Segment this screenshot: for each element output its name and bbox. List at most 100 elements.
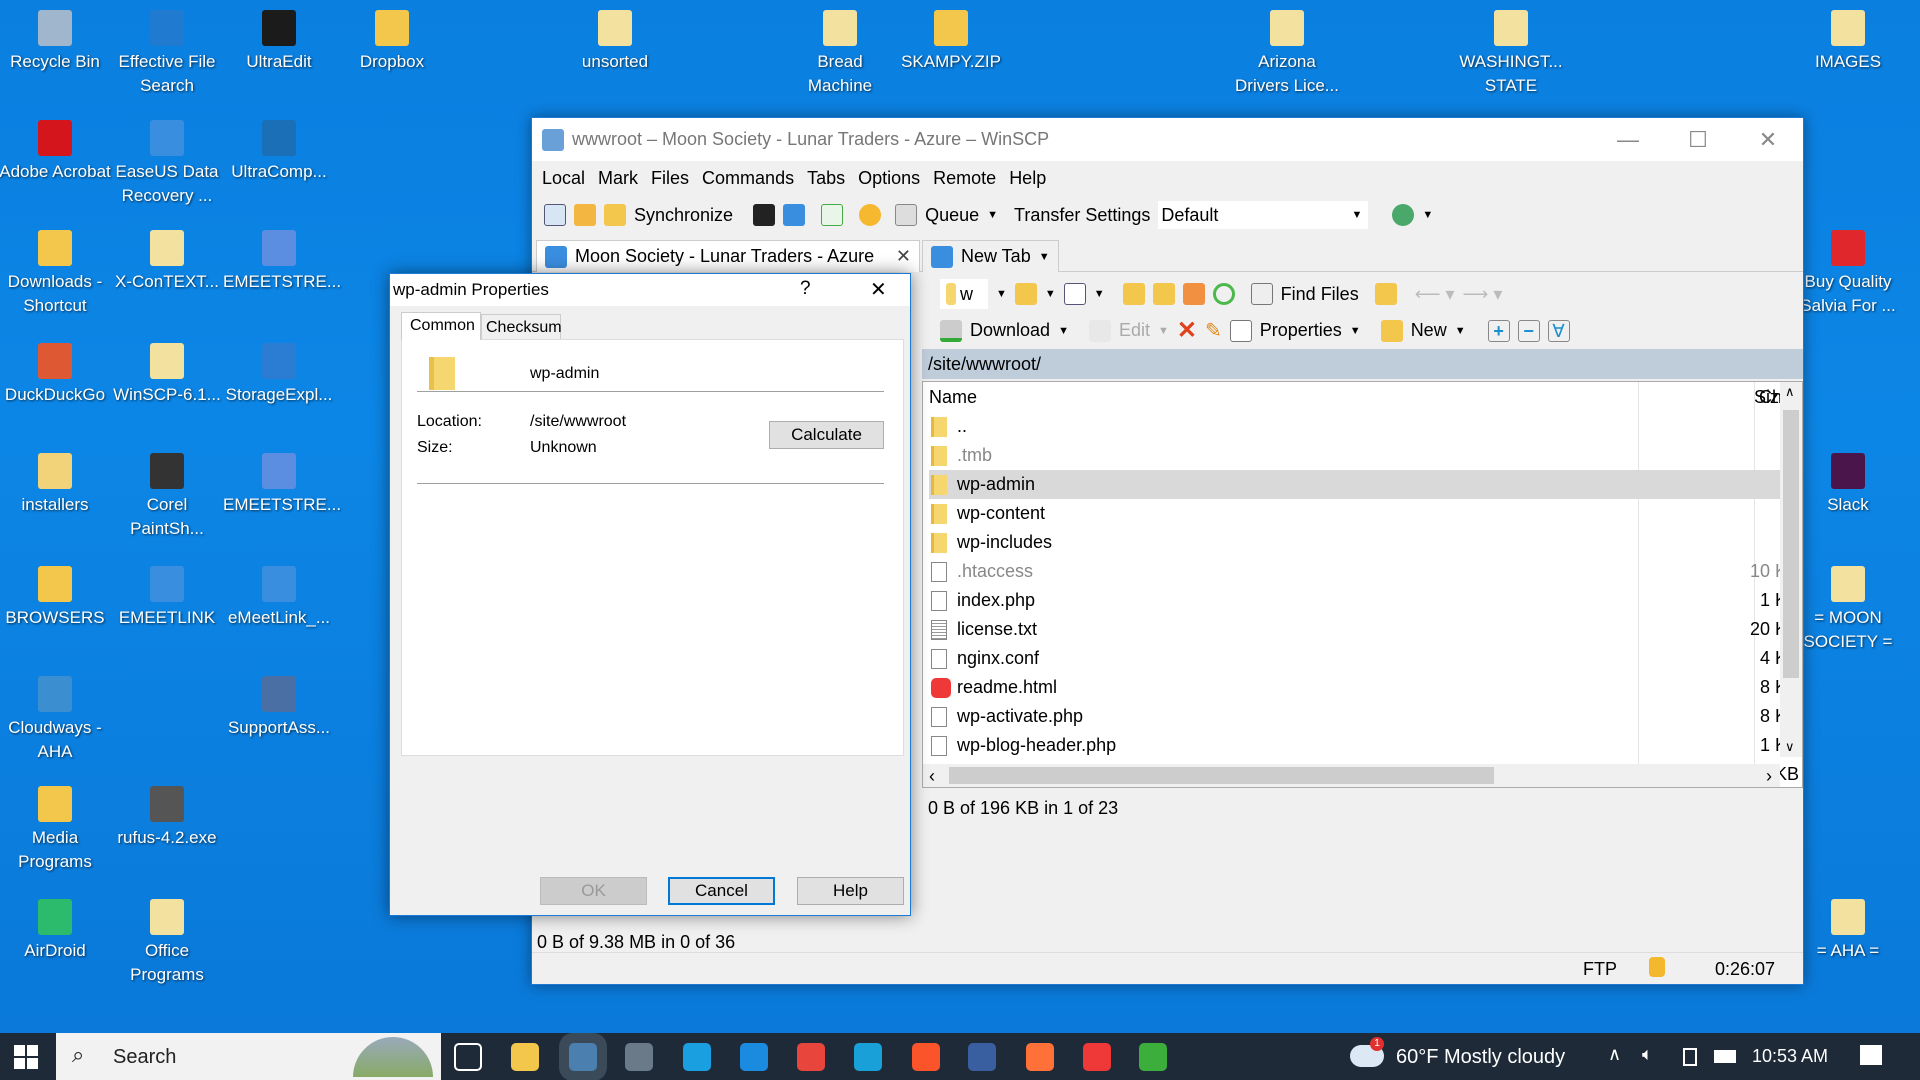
desktop-icon[interactable]: Downloads - Shortcut [0, 230, 111, 318]
help-icon[interactable]: ? [800, 278, 811, 300]
desktop-icon[interactable]: Buy Quality Salvia For ... [1792, 230, 1904, 318]
desktop-icon[interactable]: Corel PaintSh... [111, 453, 223, 541]
file-row[interactable]: wp-includes6/ [929, 528, 1799, 557]
taskbar-app-blue-icon[interactable] [740, 1043, 768, 1071]
desktop-icon[interactable]: unsorted [559, 10, 671, 74]
taskbar-clover-app-icon[interactable] [1139, 1043, 1167, 1071]
tab-checksum[interactable]: Checksum [481, 314, 562, 340]
open-directory-icon[interactable] [1014, 283, 1037, 305]
tree-icon[interactable] [1374, 283, 1397, 305]
queue-button[interactable]: Queue [925, 205, 979, 226]
taskbar-winscp-icon[interactable] [569, 1043, 597, 1071]
filter-icon[interactable] [1063, 283, 1086, 305]
taskbar-vivaldi-icon[interactable] [1083, 1043, 1111, 1071]
meet-now-icon[interactable] [1683, 1048, 1697, 1066]
battery-icon[interactable] [1714, 1050, 1736, 1063]
delete-icon[interactable]: ✕ [1177, 316, 1197, 345]
desktop-icon[interactable]: Media Programs [0, 786, 111, 874]
desktop-icon[interactable]: UltraEdit [223, 10, 335, 74]
menu-options[interactable]: Options [858, 168, 920, 189]
calculate-button[interactable]: Calculate [769, 421, 884, 449]
desktop-icon[interactable]: DuckDuckGo [0, 343, 111, 407]
clock[interactable]: 10:53 AM [1752, 1046, 1828, 1067]
scroll-up-icon[interactable]: ∧ [1785, 384, 1795, 400]
desktop-icon[interactable]: rufus-4.2.exe [111, 786, 223, 850]
chevron-down-icon[interactable]: ▼ [996, 288, 1007, 300]
root-directory-icon[interactable] [1152, 283, 1175, 305]
search-box[interactable]: ⌕ Search [56, 1033, 441, 1080]
desktop-icon[interactable]: UltraComp... [223, 120, 335, 184]
home-icon[interactable] [1182, 283, 1205, 305]
new-button[interactable]: New [1411, 320, 1447, 341]
refresh-icon[interactable] [821, 204, 844, 226]
desktop-icon[interactable]: Slack [1792, 453, 1904, 517]
menu-help[interactable]: Help [1009, 168, 1046, 189]
parent-directory-icon[interactable] [1122, 283, 1145, 305]
chevron-down-icon[interactable]: ▼ [1039, 251, 1050, 263]
taskbar-network-app-icon[interactable] [968, 1043, 996, 1071]
file-row[interactable]: wp-activate.php8 KB6/ [929, 702, 1799, 731]
volume-icon[interactable]: 🔈︎ [1642, 1044, 1653, 1065]
remote-file-list[interactable]: Name Size Ch .. .tmb6/wp-admin6/wp-conten… [922, 381, 1803, 788]
compare-icon[interactable] [544, 204, 566, 226]
desktop-icon[interactable]: Office Programs [111, 899, 223, 987]
taskbar-file-explorer-icon[interactable] [511, 1043, 539, 1071]
desktop-icon[interactable]: StorageExpl... [223, 343, 335, 407]
desktop-icon[interactable]: IMAGES [1792, 10, 1904, 74]
show-hidden-icons[interactable]: ∧ [1608, 1044, 1621, 1065]
back-icon[interactable]: ⟵ ▾ [1415, 284, 1455, 305]
desktop-icon[interactable]: Recycle Bin [0, 10, 111, 74]
horizontal-scroll-thumb[interactable] [949, 767, 1494, 784]
notification-icon[interactable] [1860, 1045, 1882, 1065]
file-row[interactable]: .htaccess10 KB6/ [929, 557, 1799, 586]
scroll-right-icon[interactable]: › [1766, 766, 1772, 787]
synchronize-button[interactable]: Synchronize [634, 205, 733, 226]
minimize-button[interactable]: — [1593, 118, 1663, 161]
desktop-icon[interactable]: SKAMPY.ZIP [895, 10, 1007, 74]
file-row[interactable]: license.txt20 KB6/ [929, 615, 1799, 644]
chevron-down-icon[interactable]: ▼ [1455, 325, 1466, 337]
taskbar-calculator-icon[interactable] [625, 1043, 653, 1071]
remote-path-bar[interactable]: /site/wwwroot/ [922, 349, 1803, 379]
file-row[interactable]: nginx.conf4 KB6/ [929, 644, 1799, 673]
column-name[interactable]: Name [929, 387, 977, 408]
desktop-icon[interactable]: Adobe Acrobat [0, 120, 111, 184]
taskbar-chrome-icon[interactable] [797, 1043, 825, 1071]
taskbar-firefox-icon[interactable] [1026, 1043, 1054, 1071]
desktop-icon[interactable]: EaseUS Data Recovery ... [111, 120, 223, 208]
directory-combo[interactable]: w [940, 279, 988, 309]
maximize-button[interactable]: ☐ [1663, 118, 1733, 161]
close-tab-icon[interactable]: ✕ [896, 246, 911, 267]
taskbar-brave-icon[interactable] [912, 1043, 940, 1071]
rename-icon[interactable]: ✎ [1205, 318, 1222, 343]
menu-local[interactable]: Local [542, 168, 585, 189]
menu-tabs[interactable]: Tabs [807, 168, 845, 189]
chevron-down-icon[interactable]: ▼ [1058, 325, 1069, 337]
refresh-icon[interactable] [1212, 283, 1235, 305]
desktop-icon[interactable]: EMEETLINK [111, 566, 223, 630]
file-row[interactable]: wp-admin6/ [929, 470, 1799, 499]
tab-moon-society[interactable]: Moon Society - Lunar Traders - Azure ✕ [536, 240, 920, 272]
gear-icon[interactable] [859, 204, 882, 226]
desktop-icon[interactable]: EMEETSTRE... [223, 230, 341, 294]
unselect-minus-icon[interactable]: − [1517, 319, 1540, 342]
file-row[interactable]: index.php1 KB6/ [929, 586, 1799, 615]
start-button[interactable] [14, 1045, 38, 1069]
chevron-down-icon[interactable]: ▼ [1094, 288, 1105, 300]
desktop-icon[interactable]: WinSCP-6.1... [111, 343, 223, 407]
weather-text[interactable]: 60°F Mostly cloudy [1396, 1046, 1565, 1069]
chevron-down-icon[interactable]: ▼ [1158, 325, 1169, 337]
desktop-icon[interactable]: installers [0, 453, 111, 517]
vertical-scrollbar[interactable]: ∧ ∨ [1780, 382, 1802, 757]
menu-files[interactable]: Files [651, 168, 689, 189]
select-plus-icon[interactable]: + [1487, 319, 1510, 342]
desktop-icon[interactable]: WASHINGT... STATE [1455, 10, 1567, 98]
desktop-icon[interactable]: EMEETSTRE... [223, 453, 341, 517]
dialog-close-button[interactable]: ✕ [870, 277, 887, 302]
chevron-down-icon[interactable]: ▼ [1045, 288, 1056, 300]
chevron-down-icon[interactable]: ▼ [1350, 325, 1361, 337]
desktop-icon[interactable]: Arizona Drivers Lice... [1231, 10, 1343, 98]
desktop-icon[interactable]: BROWSERS [0, 566, 111, 630]
taskbar-edge-icon[interactable] [854, 1043, 882, 1071]
file-row[interactable]: readme.html8 KB6/ [929, 673, 1799, 702]
